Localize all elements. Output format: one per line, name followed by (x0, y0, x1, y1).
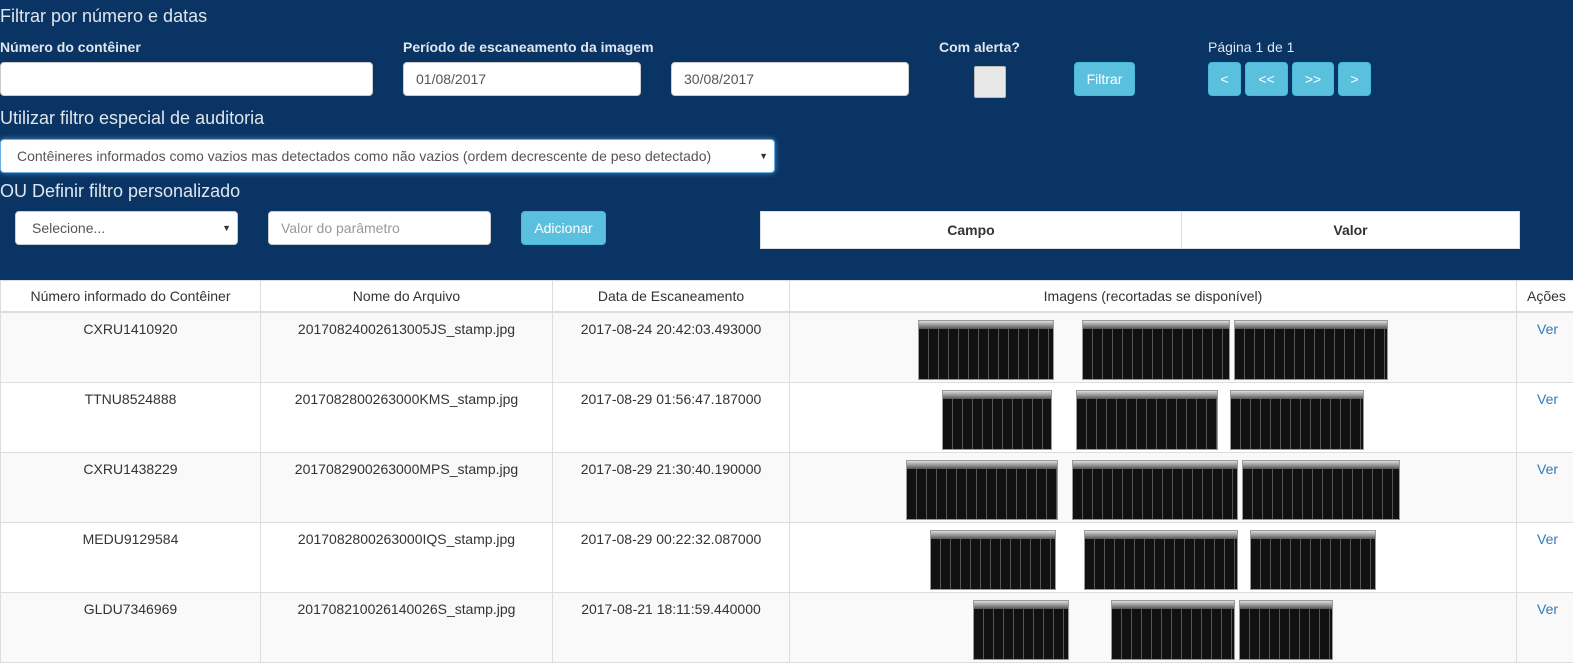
results-table: Número informado do Contêiner Nome do Ar… (0, 280, 1573, 663)
prev-page-button[interactable]: < (1208, 62, 1241, 96)
scan-image[interactable] (1076, 390, 1218, 450)
header-file: Nome do Arquivo (261, 281, 553, 313)
table-row: GLDU7346969 201708210026140026S_stamp.jp… (1, 592, 1573, 662)
file-name: 2017082800263000KMS_stamp.jpg (261, 382, 553, 452)
add-button[interactable]: Adicionar (521, 211, 606, 245)
period-label: Período de escaneamento da imagem (403, 39, 654, 55)
scan-image[interactable] (1239, 600, 1333, 660)
header-container: Número informado do Contêiner (1, 281, 261, 313)
table-row: MEDU9129584 2017082800263000IQS_stamp.jp… (1, 522, 1573, 592)
date-start-input[interactable]: 01/08/2017 (403, 62, 641, 96)
scan-image[interactable] (1230, 390, 1364, 450)
next-page-button[interactable]: > (1338, 62, 1371, 96)
view-link[interactable]: Ver (1537, 601, 1558, 617)
images-cell (790, 382, 1517, 452)
container-number: TTNU8524888 (1, 382, 261, 452)
custom-filter-table: Campo Valor (760, 211, 1520, 249)
file-name: 2017082900263000MPS_stamp.jpg (261, 452, 553, 522)
view-link[interactable]: Ver (1537, 321, 1558, 337)
header-actions: Ações (1517, 281, 1573, 313)
scan-image[interactable] (918, 320, 1054, 380)
container-label: Número do contêiner (0, 39, 141, 55)
scan-image[interactable] (930, 530, 1056, 590)
chevron-down-icon: ▼ (759, 140, 768, 172)
file-name: 2017082800263000IQS_stamp.jpg (261, 522, 553, 592)
actions-cell: Ver (1517, 312, 1573, 382)
table-row: CXRU1438229 2017082900263000MPS_stamp.jp… (1, 452, 1573, 522)
field-column-header: Campo (761, 212, 1182, 248)
field-select[interactable]: Selecione... ▼ (15, 211, 238, 245)
container-input[interactable] (0, 62, 373, 96)
container-number: GLDU7346969 (1, 592, 261, 662)
audit-filter-value: Contêineres informados como vazios mas d… (17, 148, 711, 164)
audit-title: Utilizar filtro especial de auditoria (0, 108, 264, 129)
container-number: CXRU1438229 (1, 452, 261, 522)
table-row: TTNU8524888 2017082800263000KMS_stamp.jp… (1, 382, 1573, 452)
last-page-button[interactable]: >> (1292, 62, 1334, 96)
file-name: 201708210026140026S_stamp.jpg (261, 592, 553, 662)
images-cell (790, 312, 1517, 382)
custom-title: OU Definir filtro personalizado (0, 181, 240, 202)
scan-image[interactable] (1082, 320, 1230, 380)
value-column-header: Valor (1182, 212, 1519, 248)
scan-image[interactable] (1250, 530, 1376, 590)
file-name: 20170824002613005JS_stamp.jpg (261, 312, 553, 382)
images-cell (790, 592, 1517, 662)
filter-panel: Filtrar por número e datas Número do con… (0, 0, 1573, 280)
scan-image[interactable] (1234, 320, 1388, 380)
view-link[interactable]: Ver (1537, 391, 1558, 407)
view-link[interactable]: Ver (1537, 461, 1558, 477)
alert-label: Com alerta? (939, 39, 1020, 55)
header-date: Data de Escaneamento (553, 281, 790, 313)
actions-cell: Ver (1517, 592, 1573, 662)
audit-filter-select[interactable]: Contêineres informados como vazios mas d… (0, 139, 775, 173)
view-link[interactable]: Ver (1537, 531, 1558, 547)
first-page-button[interactable]: << (1245, 62, 1288, 96)
scan-image[interactable] (1111, 600, 1235, 660)
images-cell (790, 452, 1517, 522)
scan-date: 2017-08-29 01:56:47.187000 (553, 382, 790, 452)
scan-date: 2017-08-21 18:11:59.440000 (553, 592, 790, 662)
scan-image[interactable] (1242, 460, 1400, 520)
scan-date: 2017-08-24 20:42:03.493000 (553, 312, 790, 382)
filter-button[interactable]: Filtrar (1074, 62, 1135, 96)
param-value-input[interactable]: Valor do parâmetro (268, 211, 491, 245)
scan-image[interactable] (906, 460, 1058, 520)
filter-title: Filtrar por número e datas (0, 6, 207, 27)
scan-image[interactable] (973, 600, 1069, 660)
images-cell (790, 522, 1517, 592)
actions-cell: Ver (1517, 382, 1573, 452)
scan-image[interactable] (1072, 460, 1238, 520)
alert-checkbox[interactable] (974, 66, 1006, 98)
scan-date: 2017-08-29 21:30:40.190000 (553, 452, 790, 522)
date-end-input[interactable]: 30/08/2017 (671, 62, 909, 96)
scan-image[interactable] (1084, 530, 1238, 590)
actions-cell: Ver (1517, 452, 1573, 522)
actions-cell: Ver (1517, 522, 1573, 592)
header-images: Imagens (recortadas se disponível) (790, 281, 1517, 313)
table-row: CXRU1410920 20170824002613005JS_stamp.jp… (1, 312, 1573, 382)
page-info: Página 1 de 1 (1208, 39, 1294, 55)
container-number: CXRU1410920 (1, 312, 261, 382)
container-number: MEDU9129584 (1, 522, 261, 592)
scan-date: 2017-08-29 00:22:32.087000 (553, 522, 790, 592)
field-select-value: Selecione... (32, 220, 105, 236)
chevron-down-icon: ▼ (222, 212, 231, 244)
scan-image[interactable] (942, 390, 1052, 450)
